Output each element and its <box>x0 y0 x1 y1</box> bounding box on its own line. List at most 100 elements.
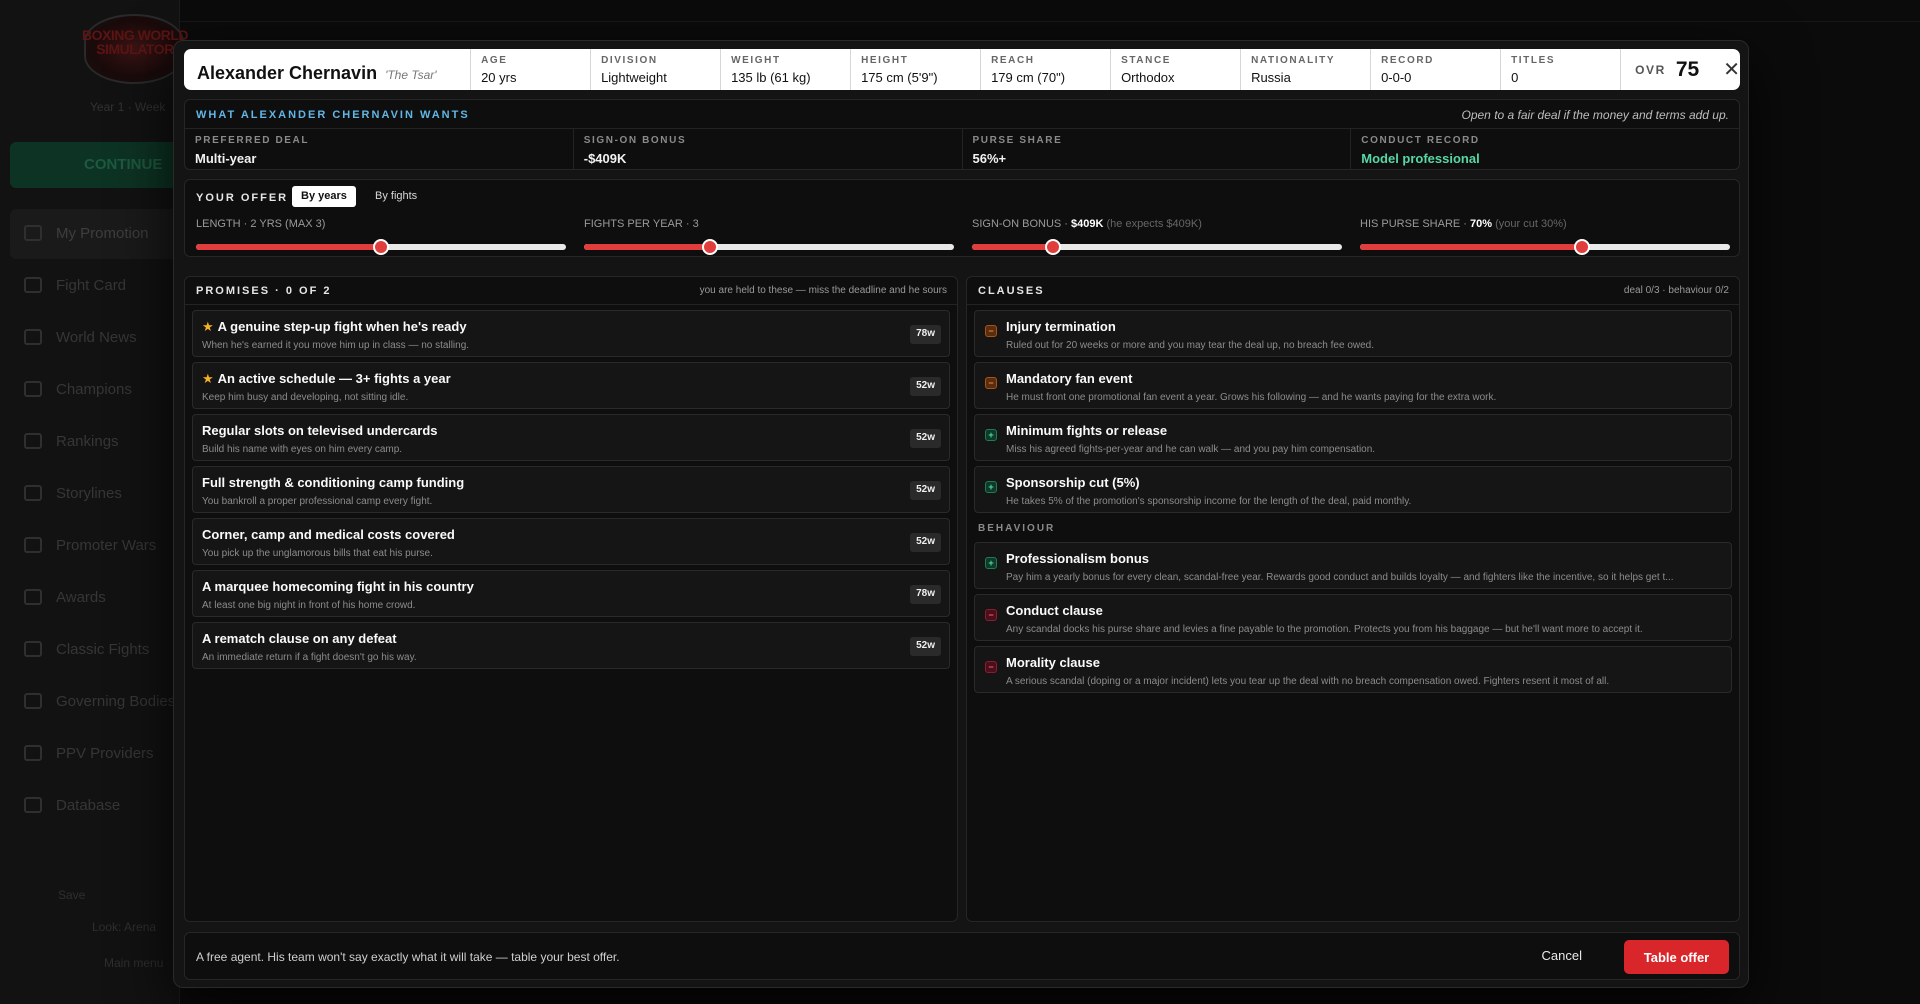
sidebar-item-label: PPV Providers <box>56 745 154 762</box>
promise-item[interactable]: Regular slots on televised undercards Bui… <box>192 414 950 461</box>
save-link[interactable]: Save <box>58 888 85 902</box>
slider-fill <box>1360 244 1582 250</box>
slider-thumb[interactable] <box>701 239 718 255</box>
main-menu-link[interactable]: Main menu <box>104 956 163 970</box>
promise-description: You pick up the unglamorous bills that e… <box>202 548 433 559</box>
slider-label: FIGHTS PER YEAR · 3 <box>584 218 954 232</box>
want-value: 56%+ <box>972 151 1007 166</box>
sidebar-item-database[interactable]: Database <box>10 781 180 831</box>
stat-value: 179 cm (70") <box>991 70 1066 85</box>
stat-reach: REACH 179 cm (70") <box>980 49 1110 90</box>
sidebar-item-governing-bodies[interactable]: Governing Bodies <box>10 677 180 727</box>
promise-item[interactable]: ★ An active schedule — 3+ fights a year Ke… <box>192 362 950 409</box>
contract-negotiation-modal: Alexander Chernavin 'The Tsar' AGE 20 yrs… <box>173 40 1749 988</box>
promise-item[interactable]: Corner, camp and medical costs covered Yo… <box>192 518 950 565</box>
minus-icon: − <box>985 661 997 673</box>
fighter-name-block: Alexander Chernavin 'The Tsar' <box>184 49 470 90</box>
modal-footer: A free agent. His team won't say exactly… <box>184 932 1740 980</box>
sidebar-item-fight-card[interactable]: Fight Card <box>10 261 180 311</box>
clause-item[interactable]: + Sponsorship cut (5%) He takes 5% of the … <box>974 466 1732 513</box>
sidebar-item-my-promotion[interactable]: My Promotion <box>10 209 180 259</box>
clause-item[interactable]: + Minimum fights or release Miss his agree… <box>974 414 1732 461</box>
want-label: SIGN-ON BONUS <box>583 135 687 146</box>
sidebar-item-promoter-wars[interactable]: Promoter Wars <box>10 521 180 571</box>
stat-label: AGE <box>481 55 508 66</box>
slider-thumb[interactable] <box>1574 239 1590 255</box>
clause-title: Sponsorship cut (5%) <box>1006 475 1140 490</box>
clause-title: Mandatory fan event <box>1006 371 1133 386</box>
clause-description: A serious scandal (doping or a major inc… <box>1006 676 1610 687</box>
stat-nationality: NATIONALITY Russia <box>1240 49 1370 90</box>
promise-title-text: An active schedule — 3+ fights a year <box>217 371 451 386</box>
length-slider[interactable] <box>196 239 566 255</box>
promise-item[interactable]: A rematch clause on any defeat An immedia… <box>192 622 950 669</box>
promises-title: PROMISES · 0 OF 2 <box>196 285 332 297</box>
sidebar: BOXING WORLD SIMULATOR Year 1 · Week CON… <box>0 0 189 1004</box>
promise-item[interactable]: Full strength & conditioning camp fundin… <box>192 466 950 513</box>
fighter-nickname: 'The Tsar' <box>385 68 437 82</box>
sidebar-item-label: Classic Fights <box>56 641 150 658</box>
clause-description: Miss his agreed fights-per-year and he c… <box>1006 444 1376 455</box>
slider-label-value: 70% <box>1470 218 1493 230</box>
slider-fill <box>196 244 381 250</box>
cancel-button[interactable]: Cancel <box>1542 948 1582 963</box>
fighter-wants-panel: WHAT ALEXANDER CHERNAVIN WANTS Open to a… <box>184 99 1740 170</box>
deadline-badge: 52w <box>910 377 941 396</box>
promise-description: Keep him busy and developing, not sittin… <box>202 392 409 403</box>
want-label: CONDUCT RECORD <box>1361 135 1480 146</box>
sidebar-item-storylines[interactable]: Storylines <box>10 469 180 519</box>
by-fights-toggle[interactable]: By fights <box>366 186 426 207</box>
slider-thumb[interactable] <box>373 239 389 255</box>
offer-title: YOUR OFFER <box>196 192 289 204</box>
sidebar-item-classic-fights[interactable]: Classic Fights <box>10 625 180 675</box>
promise-item[interactable]: A marquee homecoming fight in his countr… <box>192 570 950 617</box>
slider-label-text: HIS PURSE SHARE · <box>1360 218 1471 230</box>
stat-weight: WEIGHT 135 lb (61 kg) <box>720 49 850 90</box>
promise-item[interactable]: ★ A genuine step-up fight when he's ready… <box>192 310 950 357</box>
clause-item[interactable]: − Conduct clause Any scandal docks his pur… <box>974 594 1732 641</box>
clause-title: Injury termination <box>1006 319 1116 334</box>
fighter-header: Alexander Chernavin 'The Tsar' AGE 20 yrs… <box>184 49 1740 90</box>
want-label: PREFERRED DEAL <box>195 135 310 146</box>
look-label[interactable]: Look: Arena <box>92 920 156 934</box>
stat-age: AGE 20 yrs <box>470 49 590 90</box>
nav-icon <box>24 745 42 761</box>
slider-label-text: SIGN-ON BONUS · <box>972 218 1072 230</box>
sidebar-item-champions[interactable]: Champions <box>10 365 180 415</box>
sidebar-item-world-news[interactable]: World News <box>10 313 180 363</box>
promise-title: ★ A genuine step-up fight when he's ready <box>202 319 467 335</box>
slider-label-text: FIGHTS PER YEAR · 3 <box>584 218 699 230</box>
sidebar-item-awards[interactable]: Awards <box>10 573 180 623</box>
clause-description: He must front one promotional fan event … <box>1006 392 1497 403</box>
clause-item[interactable]: − Morality clause A serious scandal (dopin… <box>974 646 1732 693</box>
sidebar-item-ppv-providers[interactable]: PPV Providers <box>10 729 180 779</box>
minus-icon: − <box>985 609 997 621</box>
promise-title-text: Corner, camp and medical costs covered <box>202 527 455 542</box>
stat-value: 20 yrs <box>481 70 517 85</box>
clause-item[interactable]: + Professionalism bonus Pay him a yearly b… <box>974 542 1732 589</box>
clause-title: Conduct clause <box>1006 603 1103 618</box>
table-offer-button[interactable]: Table offer <box>1624 940 1729 974</box>
promises-note: you are held to these — miss the deadlin… <box>699 285 947 296</box>
purse-share-slider-group: HIS PURSE SHARE · 70% (your cut 30%) <box>1360 218 1730 255</box>
sign-on-bonus-slider[interactable] <box>972 239 1342 255</box>
clause-title: Professionalism bonus <box>1006 551 1150 566</box>
close-icon[interactable]: ✕ <box>1723 57 1740 82</box>
by-years-toggle[interactable]: By years <box>292 186 356 207</box>
clause-item[interactable]: − Mandatory fan event He must front one pr… <box>974 362 1732 409</box>
promise-title-text: A rematch clause on any defeat <box>202 631 397 646</box>
stat-value: 0-0-0 <box>1381 70 1412 85</box>
continue-button[interactable]: CONTINUE <box>10 142 180 188</box>
deadline-badge: 52w <box>910 481 941 500</box>
want-preferred-deal: PREFERRED DEAL Multi-year <box>185 129 573 170</box>
sidebar-item-label: Awards <box>56 589 106 606</box>
slider-thumb[interactable] <box>1045 239 1062 255</box>
sidebar-item-rankings[interactable]: Rankings <box>10 417 180 467</box>
purse-share-slider[interactable] <box>1360 239 1730 255</box>
stat-label: NATIONALITY <box>1251 55 1336 66</box>
sidebar-item-label: Promoter Wars <box>56 537 157 554</box>
fights-per-year-slider[interactable] <box>584 239 954 255</box>
nav-icon <box>24 485 42 501</box>
clause-item[interactable]: − Injury termination Ruled out for 20 week… <box>974 310 1732 357</box>
minus-icon: − <box>985 325 997 337</box>
